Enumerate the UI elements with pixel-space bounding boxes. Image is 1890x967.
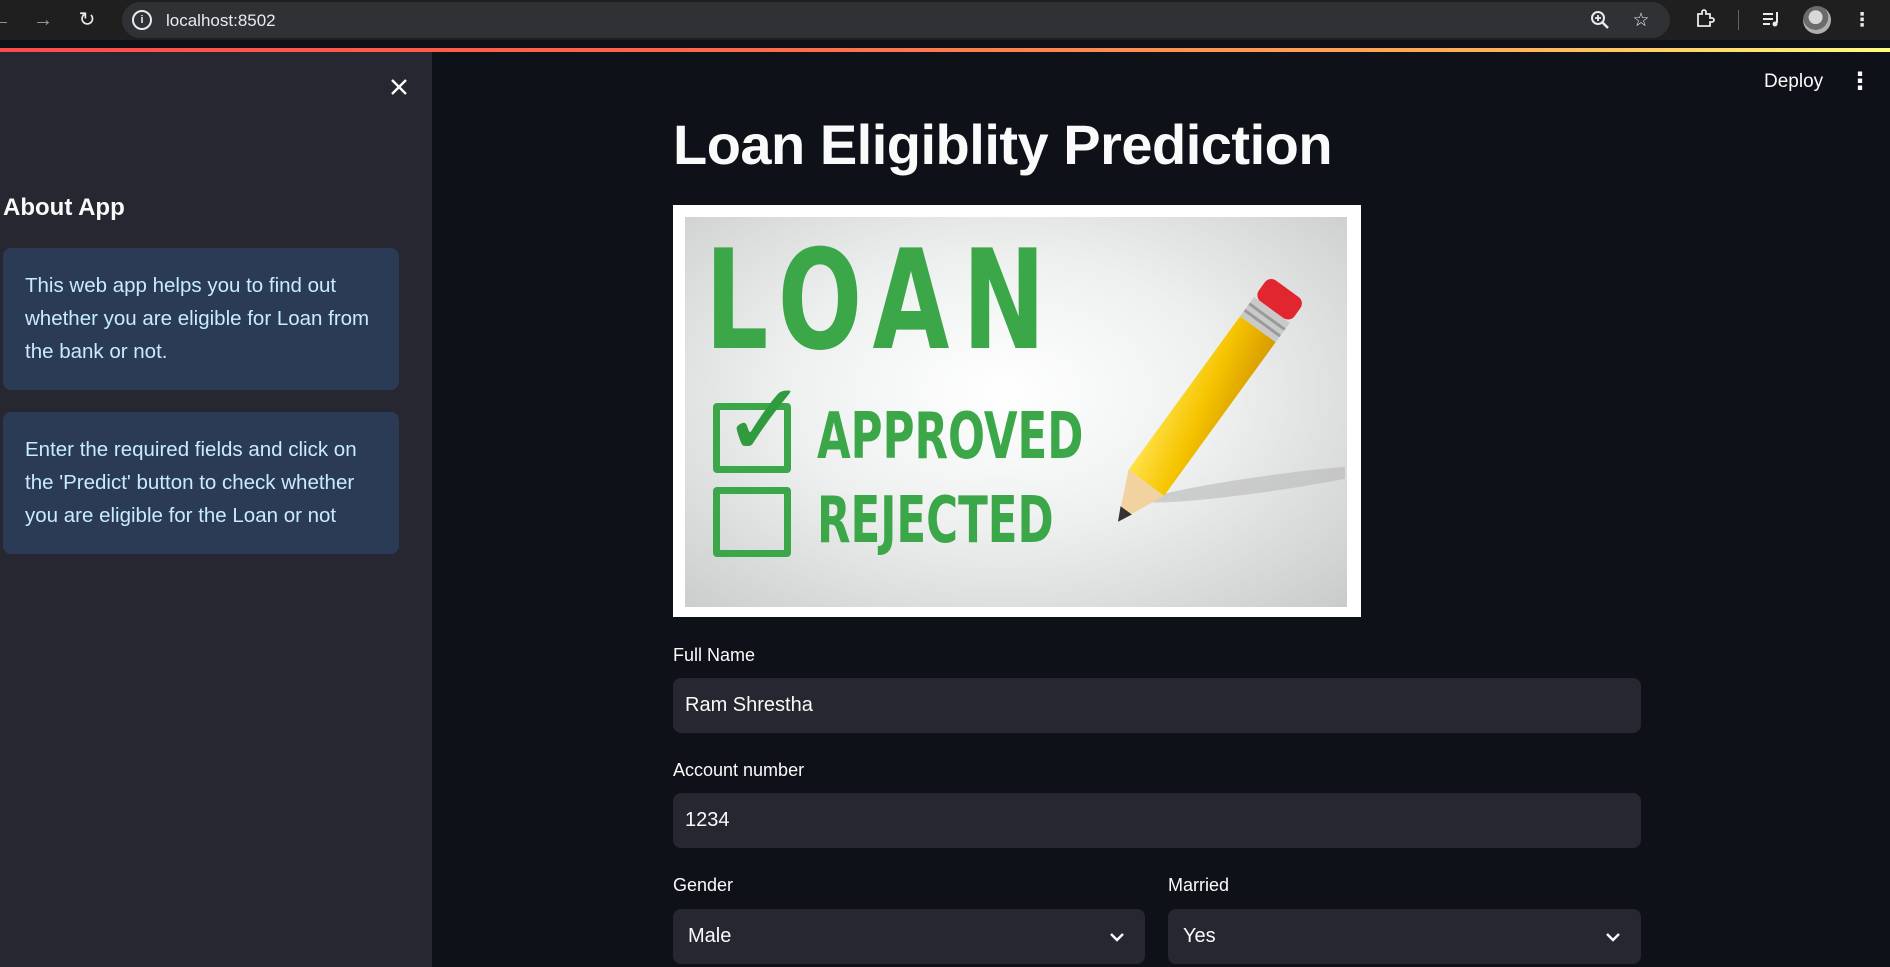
kebab-menu-icon[interactable]: ⋮ (1846, 66, 1874, 98)
sidebar: About App This web app helps you to find… (0, 52, 432, 967)
zoom-icon[interactable] (1588, 9, 1612, 33)
star-icon[interactable]: ☆ (1629, 9, 1653, 33)
hero-approved-label: APPROVED (817, 400, 1084, 474)
hero-loan-word: LOAN (705, 220, 1059, 381)
about-info-box: This web app helps you to find out wheth… (3, 248, 399, 390)
married-label: Married (1168, 875, 1230, 895)
chrome-menu-icon[interactable]: ⋮ (1849, 8, 1875, 34)
account-number-input[interactable]: 1234 (673, 793, 1641, 848)
full-name-label: Full Name (673, 645, 756, 665)
browser-toolbar: ← → ↻ i localhost:8502 ☆ ⋮ (0, 0, 1890, 40)
loan-hero-image: LOAN ✓ APPROVED REJECTED (673, 205, 1361, 617)
hero-rejected-label: REJECTED (817, 484, 1054, 558)
extensions-icon[interactable] (1692, 8, 1718, 34)
hero-image-canvas: LOAN ✓ APPROVED REJECTED (685, 217, 1347, 607)
chevron-down-icon[interactable] (1107, 927, 1127, 947)
site-info-icon[interactable]: i (132, 10, 152, 30)
page-title: Loan Eligiblity Prediction (673, 113, 1333, 176)
gender-selected-value: Male (688, 925, 732, 947)
checkmark-icon: ✓ (721, 363, 809, 479)
instructions-info-box: Enter the required fields and click on t… (3, 412, 399, 554)
close-icon[interactable] (384, 72, 414, 102)
address-bar[interactable]: i localhost:8502 ☆ (122, 2, 1670, 38)
married-selected-value: Yes (1183, 925, 1216, 947)
profile-avatar[interactable] (1803, 6, 1831, 34)
gender-label: Gender (673, 875, 734, 895)
deploy-button[interactable]: Deploy (1754, 62, 1833, 102)
back-arrow-icon[interactable]: ← (0, 7, 14, 33)
gender-select[interactable]: Male (673, 909, 1145, 964)
sidebar-heading: About App (3, 194, 125, 221)
url-text[interactable]: localhost:8502 (166, 11, 276, 31)
hero-rejected-checkbox (713, 487, 791, 557)
pencil-icon (1118, 278, 1345, 522)
chevron-down-icon[interactable] (1603, 927, 1623, 947)
full-name-input[interactable]: Ram Shrestha (673, 678, 1641, 733)
account-number-label: Account number (673, 760, 805, 780)
reload-icon[interactable]: ↻ (74, 7, 100, 33)
forward-arrow-icon[interactable]: → (30, 7, 56, 33)
media-controls-icon[interactable] (1758, 8, 1784, 34)
toolbar-divider (1738, 10, 1739, 30)
married-select[interactable]: Yes (1168, 909, 1641, 964)
